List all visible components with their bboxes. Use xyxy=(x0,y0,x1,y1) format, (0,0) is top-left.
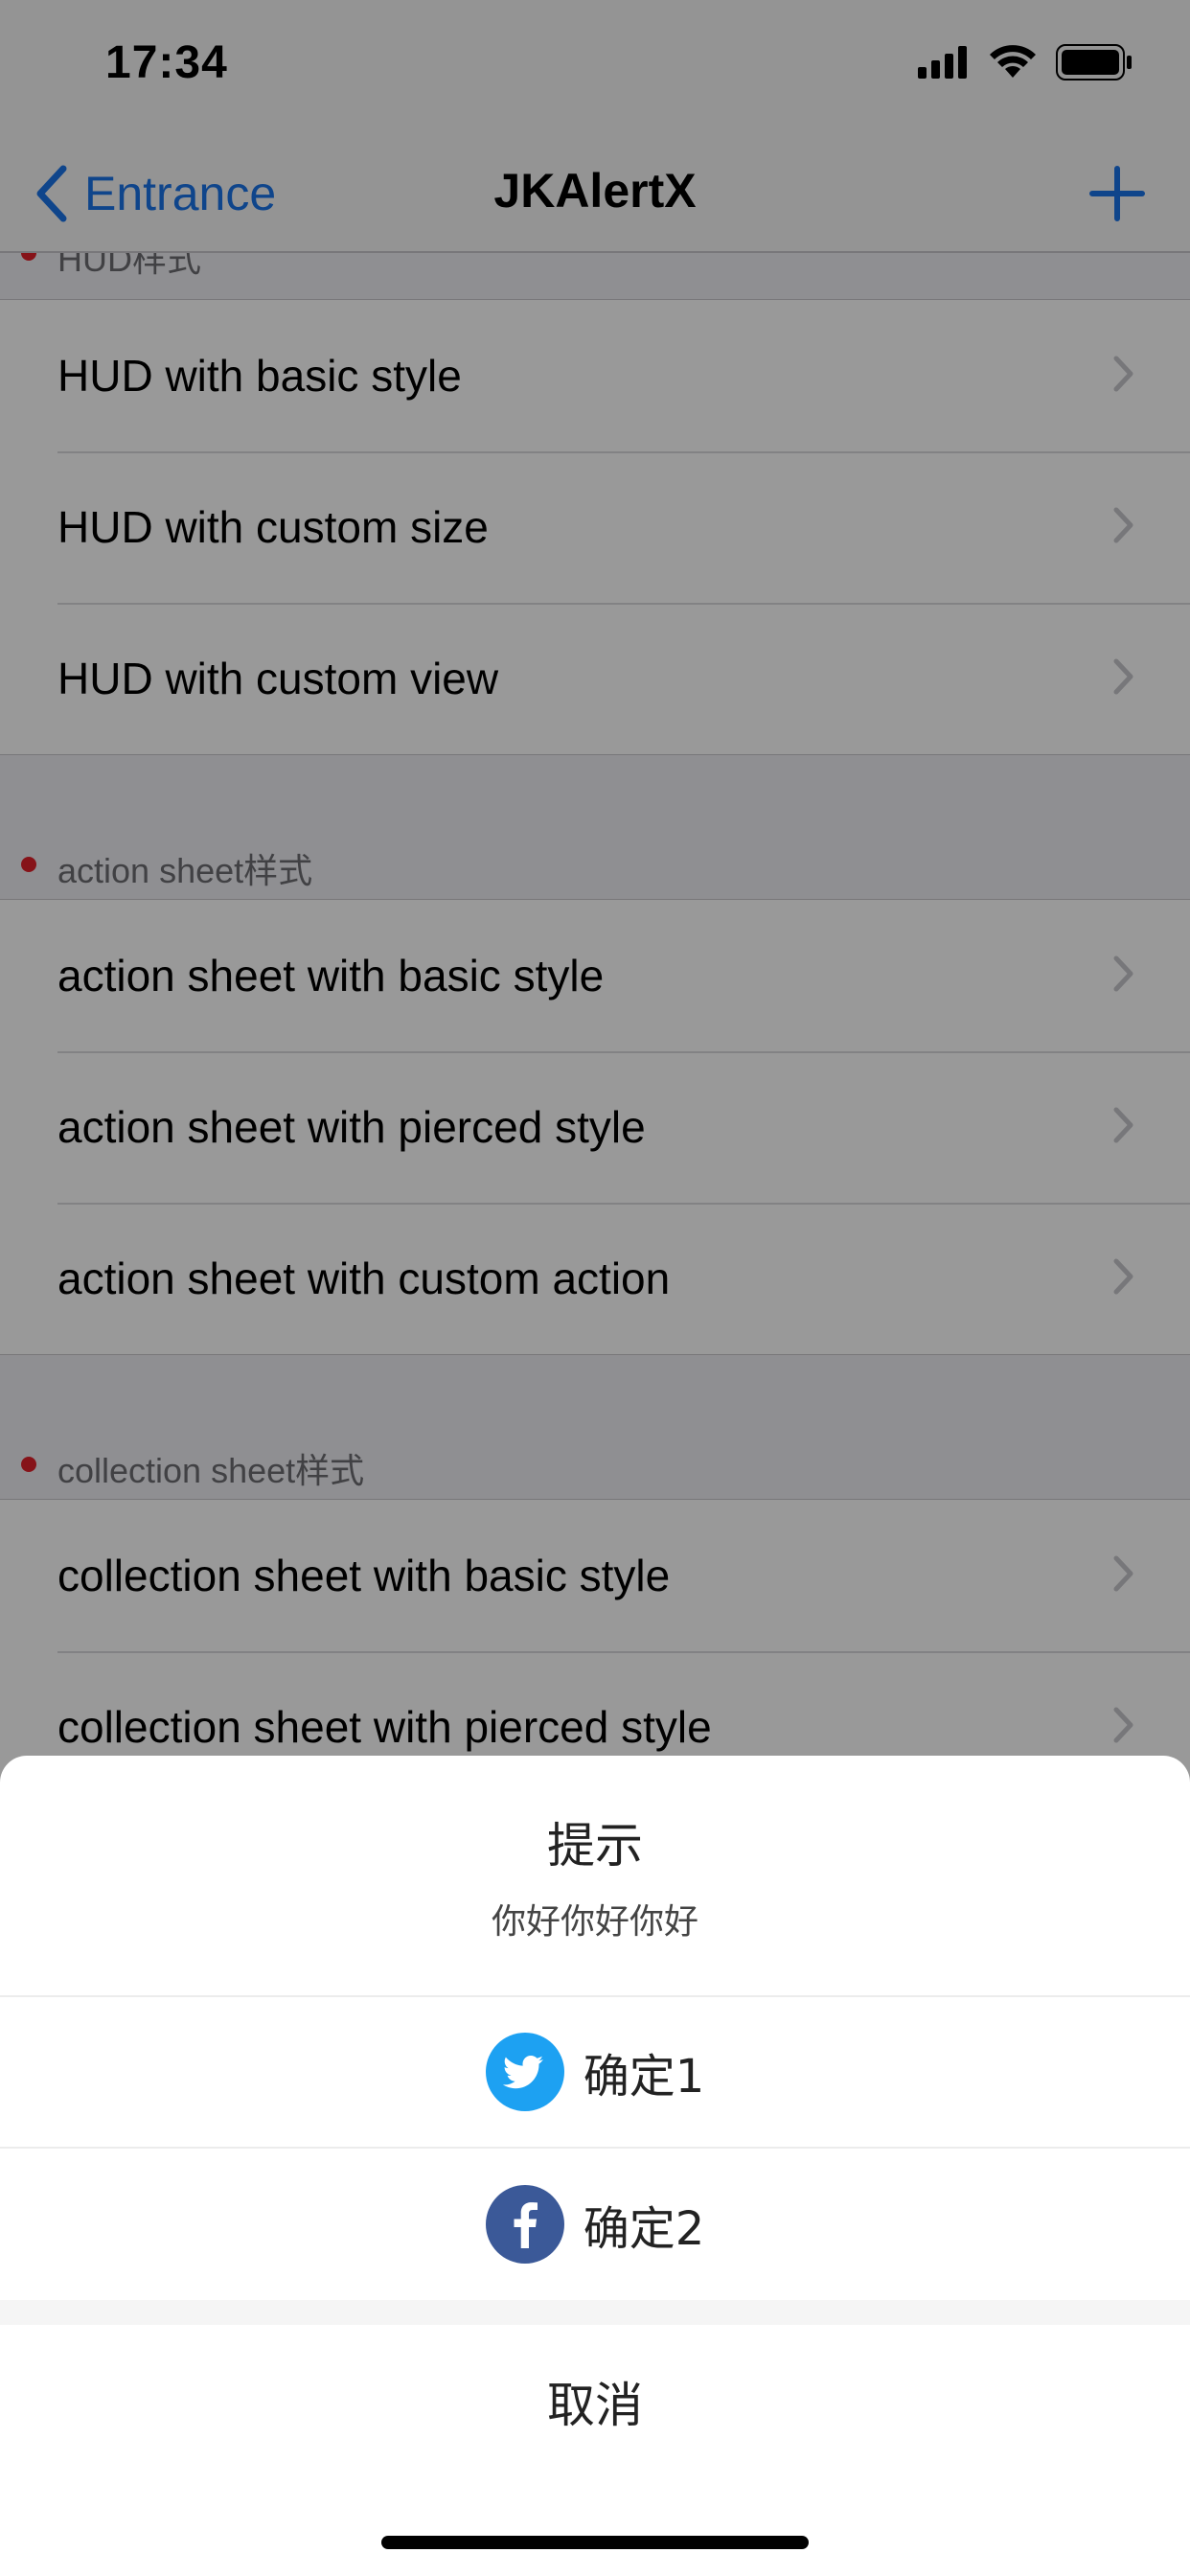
action-sheet-message: 你好你好你好 xyxy=(491,1902,698,1942)
twitter-icon xyxy=(485,2033,564,2111)
action-button-label: 确定1 xyxy=(583,2050,705,2104)
facebook-icon xyxy=(485,2185,564,2264)
home-indicator[interactable] xyxy=(381,2536,809,2549)
cancel-button[interactable]: 取消 xyxy=(0,2325,1190,2478)
action-button-confirm-1[interactable]: 确定1 xyxy=(0,1997,1190,2149)
action-button-confirm-2[interactable]: 确定2 xyxy=(0,2149,1190,2300)
action-sheet-title: 提示 xyxy=(547,1818,643,1874)
action-sheet: 提示 你好你好你好 确定1 确定2 取消 xyxy=(0,1756,1190,2576)
action-button-label: 确定2 xyxy=(583,2202,705,2256)
action-sheet-header: 提示 你好你好你好 xyxy=(0,1756,1190,1997)
action-sheet-separator xyxy=(0,2300,1190,2325)
